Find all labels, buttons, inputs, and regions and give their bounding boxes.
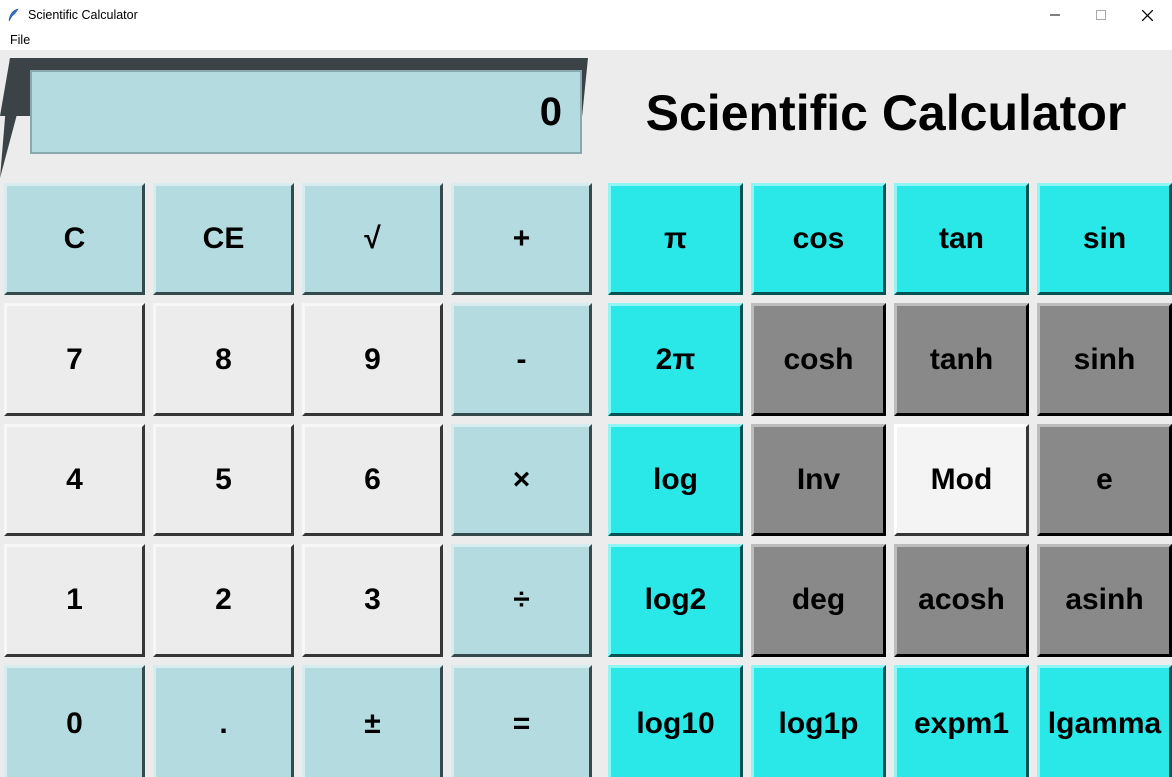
- e-button[interactable]: e: [1037, 424, 1172, 536]
- menubar: File: [0, 30, 1172, 50]
- display-frame-left: [0, 58, 32, 178]
- add-button[interactable]: +: [451, 183, 592, 295]
- log10-button[interactable]: log10: [608, 665, 743, 777]
- subtract-button[interactable]: -: [451, 303, 592, 415]
- divide-button[interactable]: ÷: [451, 544, 592, 656]
- lgamma-button[interactable]: lgamma: [1037, 665, 1172, 777]
- two-pi-button[interactable]: 2π: [608, 303, 743, 415]
- mod-button[interactable]: Mod: [894, 424, 1029, 536]
- pi-button[interactable]: π: [608, 183, 743, 295]
- plus-minus-button[interactable]: ±: [302, 665, 443, 777]
- digit-8-button[interactable]: 8: [153, 303, 294, 415]
- digit-1-button[interactable]: 1: [4, 544, 145, 656]
- multiply-button[interactable]: ×: [451, 424, 592, 536]
- equals-button[interactable]: =: [451, 665, 592, 777]
- tanh-button[interactable]: tanh: [894, 303, 1029, 415]
- digit-2-button[interactable]: 2: [153, 544, 294, 656]
- display-value: 0: [540, 90, 562, 135]
- clear-entry-button[interactable]: CE: [153, 183, 294, 295]
- expm1-button[interactable]: expm1: [894, 665, 1029, 777]
- close-button[interactable]: [1124, 0, 1170, 30]
- heading-area: Scientific Calculator: [600, 50, 1172, 175]
- numeric-panel: C CE √ + 7 8 9 - 4 5 6 × 1 2 3 ÷ 0 . ± =: [0, 175, 600, 777]
- sin-button[interactable]: sin: [1037, 183, 1172, 295]
- asinh-button[interactable]: asinh: [1037, 544, 1172, 656]
- cosh-button[interactable]: cosh: [751, 303, 886, 415]
- digit-4-button[interactable]: 4: [4, 424, 145, 536]
- heading: Scientific Calculator: [646, 84, 1127, 142]
- cos-button[interactable]: cos: [751, 183, 886, 295]
- digit-7-button[interactable]: 7: [4, 303, 145, 415]
- inv-button[interactable]: Inv: [751, 424, 886, 536]
- log1p-button[interactable]: log1p: [751, 665, 886, 777]
- app-icon: [6, 7, 22, 23]
- digit-3-button[interactable]: 3: [302, 544, 443, 656]
- window-title: Scientific Calculator: [28, 8, 138, 22]
- digit-6-button[interactable]: 6: [302, 424, 443, 536]
- digit-5-button[interactable]: 5: [153, 424, 294, 536]
- window-controls: [1032, 0, 1170, 30]
- display-area: 0: [0, 50, 600, 175]
- maximize-button[interactable]: [1078, 0, 1124, 30]
- acosh-button[interactable]: acosh: [894, 544, 1029, 656]
- log2-button[interactable]: log2: [608, 544, 743, 656]
- calculator-app: 0 Scientific Calculator C CE √ + 7 8 9 -…: [0, 50, 1172, 777]
- display: 0: [30, 70, 582, 154]
- tan-button[interactable]: tan: [894, 183, 1029, 295]
- scientific-panel: π cos tan sin 2π cosh tanh sinh log Inv …: [600, 175, 1172, 777]
- decimal-button[interactable]: .: [153, 665, 294, 777]
- clear-button[interactable]: C: [4, 183, 145, 295]
- window-titlebar: Scientific Calculator: [0, 0, 1172, 30]
- menu-file[interactable]: File: [6, 31, 34, 49]
- digit-9-button[interactable]: 9: [302, 303, 443, 415]
- minimize-button[interactable]: [1032, 0, 1078, 30]
- log-button[interactable]: log: [608, 424, 743, 536]
- sinh-button[interactable]: sinh: [1037, 303, 1172, 415]
- deg-button[interactable]: deg: [751, 544, 886, 656]
- digit-0-button[interactable]: 0: [4, 665, 145, 777]
- sqrt-button[interactable]: √: [302, 183, 443, 295]
